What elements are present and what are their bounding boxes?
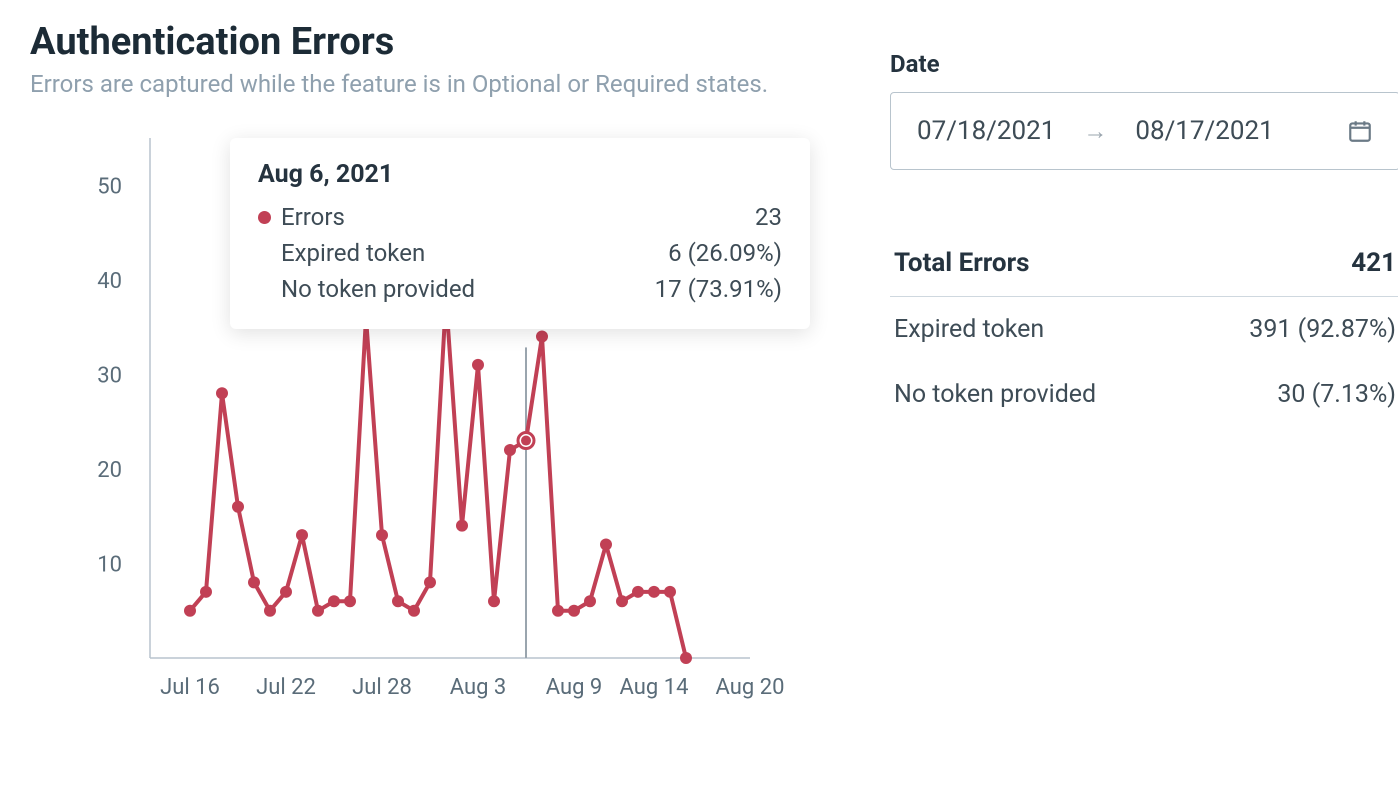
date-end[interactable]: 08/17/2021 [1135,116,1319,146]
svg-text:Jul 16: Jul 16 [160,675,220,700]
summary-row-label: Expired token [894,315,1044,344]
chart-tooltip: Aug 6, 2021 Errors 23 Expired token 6 (2… [230,138,810,329]
date-range-picker[interactable]: 07/18/2021 → 08/17/2021 [890,92,1398,170]
svg-text:Aug 14: Aug 14 [620,675,689,700]
tooltip-row-value: 6 (26.09%) [668,239,782,267]
tooltip-series-value: 23 [755,203,782,231]
svg-text:50: 50 [97,174,122,199]
svg-text:40: 40 [97,269,122,294]
summary-row: Expired token 391 (92.87%) [890,297,1398,362]
tooltip-row-value: 17 (73.91%) [655,275,782,303]
svg-text:Aug 20: Aug 20 [716,675,785,700]
arrow-right-icon: → [1083,117,1107,146]
page-subtitle: Errors are captured while the feature is… [30,70,850,98]
tooltip-series-label: Errors [281,203,345,231]
svg-text:Jul 28: Jul 28 [352,675,412,700]
svg-text:Jul 22: Jul 22 [256,675,316,700]
errors-chart[interactable]: 10 20 30 40 50 Jul 16 Jul 22 Jul 28 Aug 3 Aug 9 Au… [30,118,810,728]
summary-row: No token provided 30 (7.13%) [890,362,1398,427]
tooltip-row-label: Expired token [258,239,425,267]
tooltip-date: Aug 6, 2021 [258,160,782,189]
calendar-icon[interactable] [1347,118,1373,144]
svg-text:20: 20 [97,458,122,483]
summary-row-value: 391 (92.87%) [1249,315,1396,344]
summary-total-value: 421 [1351,248,1396,278]
svg-text:30: 30 [97,363,122,388]
page-title: Authentication Errors [30,20,850,64]
date-start[interactable]: 07/18/2021 [917,116,1055,146]
summary-total-row: Total Errors 421 [890,230,1398,297]
summary-row-value: 30 (7.13%) [1277,380,1396,409]
series-dot-icon [258,211,271,224]
svg-text:Aug 9: Aug 9 [546,675,603,700]
summary-row-label: No token provided [894,380,1096,409]
tooltip-row-label: No token provided [258,275,475,303]
svg-text:Aug 3: Aug 3 [450,675,507,700]
svg-text:10: 10 [97,552,122,577]
date-field-label: Date [890,50,1398,78]
summary-total-label: Total Errors [894,248,1029,278]
